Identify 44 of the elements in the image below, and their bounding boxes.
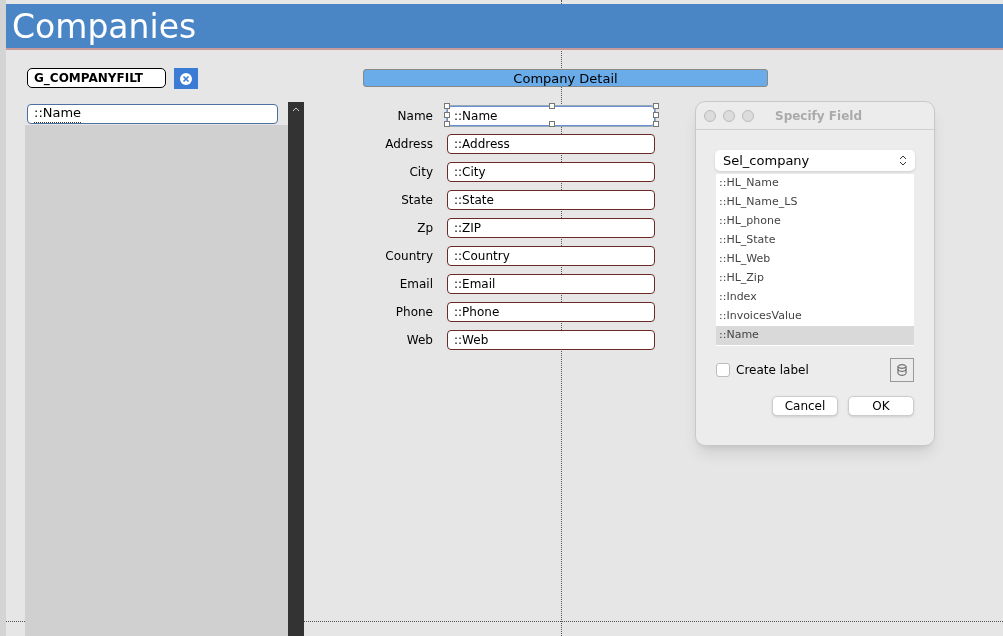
field-label: Zp — [416, 220, 434, 237]
table-dropdown[interactable]: Sel_company — [715, 150, 915, 171]
checkbox-label: Create label — [736, 362, 809, 379]
field-list-item[interactable]: ::HL_Name — [716, 174, 914, 193]
chevron-icon — [899, 155, 907, 166]
field-label: Web — [405, 332, 434, 349]
checkbox[interactable] — [716, 363, 730, 377]
field-label: City — [408, 164, 434, 181]
layout-field[interactable]: ::Address — [447, 134, 655, 154]
filter-field[interactable]: G_COMPANYFILT — [27, 68, 166, 88]
layout-field[interactable]: ::State — [447, 190, 655, 210]
dialog-title: Specify Field — [775, 107, 862, 125]
field-list-item[interactable]: ::HL_State — [716, 231, 914, 250]
field-label: Email — [398, 276, 434, 293]
field-list-item[interactable]: ::Name — [716, 326, 914, 345]
field-label: Address — [384, 136, 434, 153]
field-list-item[interactable]: ::InvoicesValue — [716, 307, 914, 326]
dialog-button[interactable]: Cancel — [772, 396, 838, 416]
layout-field[interactable]: ::City — [447, 162, 655, 182]
database-button[interactable] — [890, 358, 914, 382]
field-label: Country — [384, 248, 434, 265]
dialog-button[interactable]: OK — [848, 396, 914, 416]
database-icon — [897, 364, 907, 376]
portal-field[interactable]: ::Name — [27, 104, 278, 124]
field-list-item[interactable]: ::HL_Zip — [716, 269, 914, 288]
field-list-item[interactable]: ::Index — [716, 288, 914, 307]
resize-handle[interactable] — [549, 103, 555, 109]
layout-field[interactable]: ::Email — [447, 274, 655, 294]
clear-filter-button[interactable] — [174, 68, 198, 89]
field-label: Phone — [394, 304, 434, 321]
field-list-item[interactable]: ::HL_Name_LS — [716, 193, 914, 212]
close-icon — [179, 71, 193, 86]
section-header: Company Detail — [363, 69, 768, 87]
page-title: Companies — [12, 9, 197, 43]
field-list-item[interactable]: ::HL_Web — [716, 250, 914, 269]
field-label: Name — [396, 108, 434, 125]
layout-field[interactable]: ::Country — [447, 246, 655, 266]
field-label: State — [400, 192, 434, 209]
scroll-bar[interactable] — [288, 102, 304, 636]
layout-field[interactable]: ::Web — [447, 330, 655, 350]
field-list-item[interactable]: ::HL_phone — [716, 212, 914, 231]
layout-field[interactable]: ::Phone — [447, 302, 655, 322]
layout-field[interactable]: ::ZIP — [447, 218, 655, 238]
resize-handle[interactable] — [549, 121, 555, 127]
